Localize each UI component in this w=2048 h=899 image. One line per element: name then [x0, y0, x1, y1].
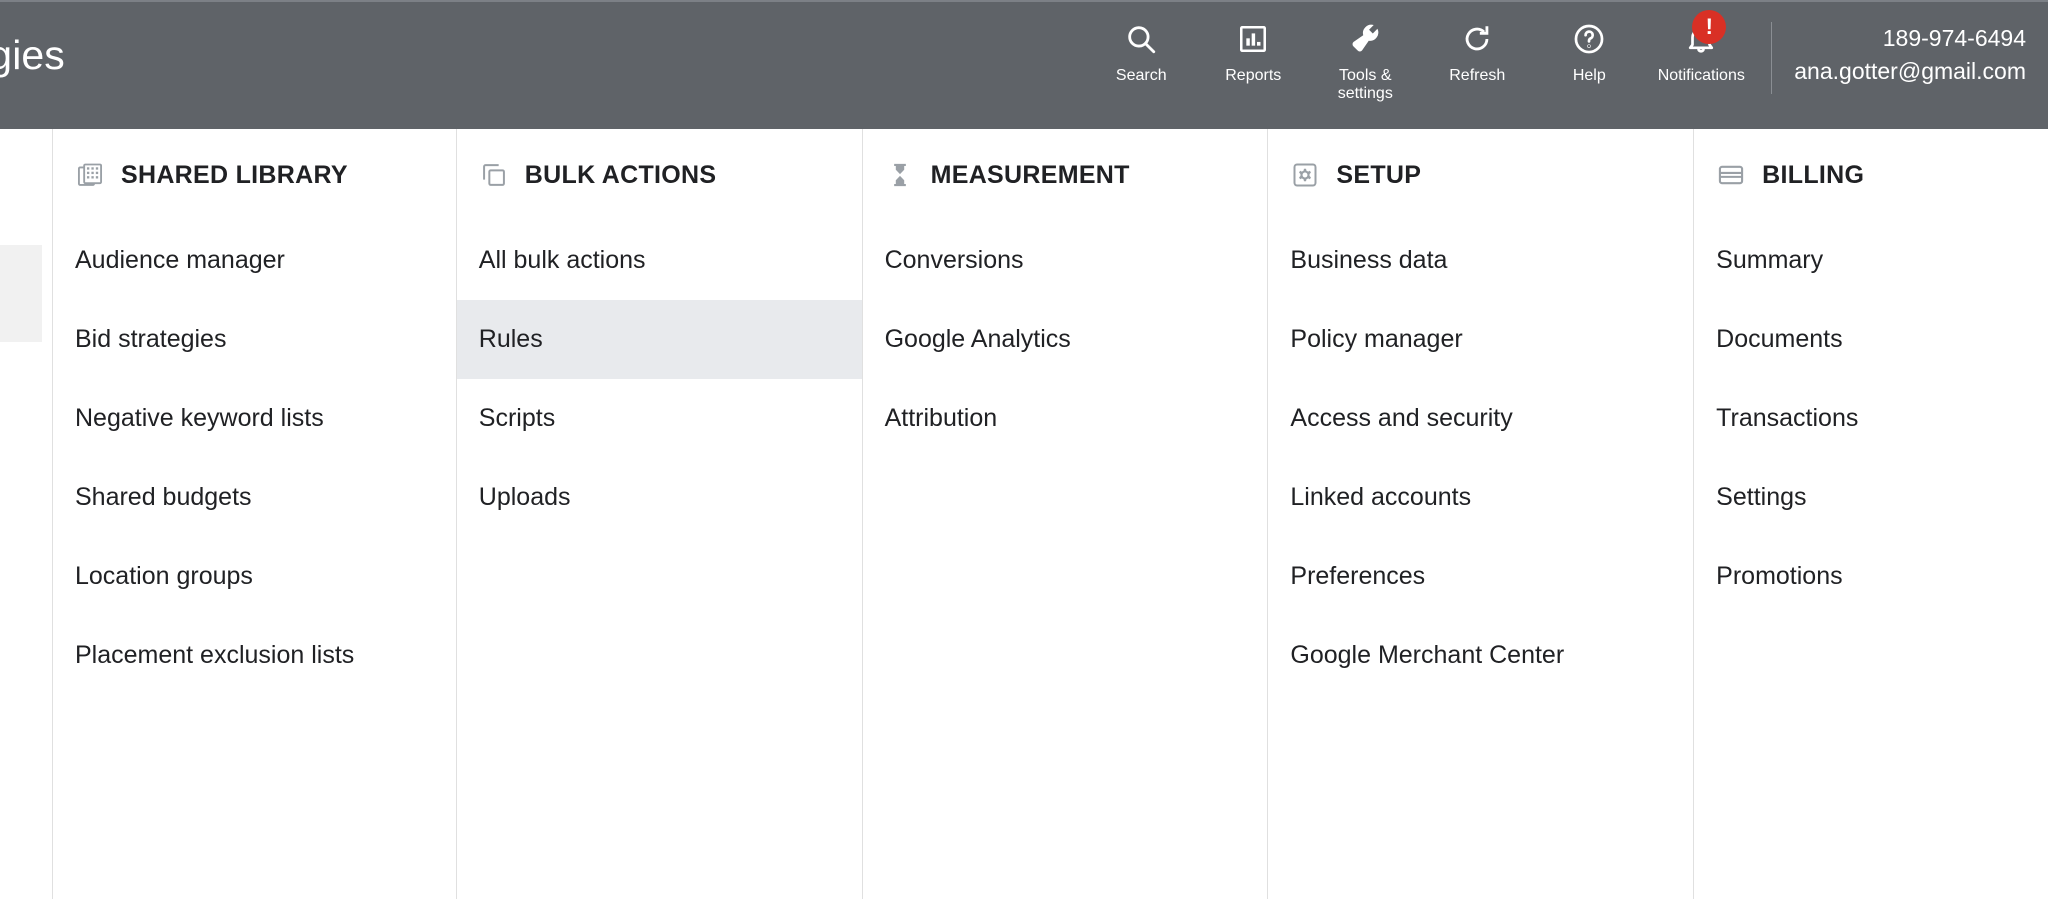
toolbar: Search Reports Tools & settings Refresh …	[1085, 2, 2048, 131]
search-button[interactable]: Search	[1085, 2, 1197, 85]
bulk-actions-copy-icon	[479, 160, 509, 190]
background-panel-sliver	[0, 245, 42, 342]
menu-column-billing: BILLING Summary Documents Transactions S…	[1694, 129, 2048, 899]
menu-item-google-analytics[interactable]: Google Analytics	[863, 300, 1268, 379]
menu-item-shared-budgets[interactable]: Shared budgets	[53, 458, 456, 537]
refresh-label: Refresh	[1449, 67, 1506, 84]
menu-item-summary[interactable]: Summary	[1694, 221, 2048, 300]
menu-item-transactions[interactable]: Transactions	[1694, 379, 2048, 458]
menu-column-bulk-actions: BULK ACTIONS All bulk actions Rules Scri…	[456, 129, 863, 899]
notifications-label: Notifications	[1657, 67, 1745, 84]
reports-bar-chart-icon	[1232, 18, 1274, 60]
notification-badge: !	[1692, 10, 1727, 44]
menu-column-measurement: MEASUREMENT Conversions Google Analytics…	[863, 129, 1269, 899]
menu-items-shared-library: Audience manager Bid strategies Negative…	[53, 221, 456, 695]
reports-label: Reports	[1225, 67, 1282, 84]
menu-item-conversions[interactable]: Conversions	[863, 221, 1268, 300]
menu-items-billing: Summary Documents Transactions Settings …	[1694, 221, 2048, 616]
toolbar-divider	[1771, 22, 1773, 94]
menu-item-access-and-security[interactable]: Access and security	[1268, 379, 1693, 458]
top-app-bar: ategies Search	[0, 0, 2048, 129]
search-icon	[1120, 18, 1162, 60]
menu-item-location-groups[interactable]: Location groups	[53, 537, 456, 616]
refresh-icon	[1456, 18, 1498, 60]
setup-gear-icon	[1290, 160, 1320, 190]
column-header-shared-library: SHARED LIBRARY	[53, 129, 456, 221]
menu-column-shared-library: SHARED LIBRARY Audience manager Bid stra…	[53, 129, 457, 899]
help-question-icon	[1568, 18, 1610, 60]
tools-settings-label: Tools & settings	[1338, 67, 1393, 103]
menu-item-google-merchant-center[interactable]: Google Merchant Center	[1268, 616, 1693, 695]
search-label: Search	[1115, 67, 1167, 84]
menu-items-measurement: Conversions Google Analytics Attribution	[863, 221, 1268, 458]
menu-item-documents[interactable]: Documents	[1694, 300, 2048, 379]
column-title: SHARED LIBRARY	[121, 160, 348, 189]
tools-settings-label-line2: settings	[1337, 85, 1393, 102]
column-header-setup: SETUP	[1268, 129, 1693, 221]
menu-item-business-data[interactable]: Business data	[1268, 221, 1693, 300]
column-header-bulk-actions: BULK ACTIONS	[457, 129, 862, 221]
menu-item-placement-exclusion-lists[interactable]: Placement exclusion lists	[53, 616, 456, 695]
menu-items-setup: Business data Policy manager Access and …	[1268, 221, 1693, 695]
tools-settings-button[interactable]: Tools & settings	[1309, 2, 1421, 103]
reports-button[interactable]: Reports	[1197, 2, 1309, 85]
menu-item-uploads[interactable]: Uploads	[457, 458, 862, 537]
menu-item-rules[interactable]: Rules	[456, 300, 862, 379]
notifications-bell-icon: !	[1680, 10, 1727, 60]
notifications-button[interactable]: ! Notifications	[1645, 2, 1757, 85]
tools-settings-menu-panel: SHARED LIBRARY Audience manager Bid stra…	[52, 129, 2048, 899]
menu-item-preferences[interactable]: Preferences	[1268, 537, 1693, 616]
menu-items-bulk-actions: All bulk actions Rules Scripts Uploads	[456, 221, 862, 537]
menu-item-all-bulk-actions[interactable]: All bulk actions	[457, 221, 862, 300]
tools-settings-label-line1: Tools &	[1339, 67, 1392, 84]
column-title: SETUP	[1336, 160, 1422, 189]
menu-item-scripts[interactable]: Scripts	[457, 379, 862, 458]
help-label: Help	[1572, 67, 1606, 84]
menu-item-promotions[interactable]: Promotions	[1694, 537, 2048, 616]
refresh-button[interactable]: Refresh	[1421, 2, 1533, 85]
billing-credit-card-icon	[1716, 160, 1746, 190]
measurement-hourglass-icon	[885, 160, 915, 190]
help-button[interactable]: Help	[1533, 2, 1645, 85]
column-header-measurement: MEASUREMENT	[863, 129, 1268, 221]
menu-item-audience-manager[interactable]: Audience manager	[53, 221, 456, 300]
column-title: BULK ACTIONS	[524, 160, 717, 189]
account-info[interactable]: 189-974-6494 ana.gotter@gmail.com	[1794, 2, 2048, 88]
menu-item-negative-keyword-lists[interactable]: Negative keyword lists	[53, 379, 456, 458]
menu-item-attribution[interactable]: Attribution	[863, 379, 1268, 458]
account-id: 189-974-6494	[1882, 25, 2026, 51]
shared-library-grid-icon	[75, 160, 105, 190]
column-header-billing: BILLING	[1694, 129, 2048, 221]
wrench-tools-icon	[1344, 18, 1386, 60]
column-title: BILLING	[1762, 160, 1865, 189]
menu-item-bid-strategies[interactable]: Bid strategies	[53, 300, 456, 379]
column-title: MEASUREMENT	[930, 160, 1130, 189]
menu-item-linked-accounts[interactable]: Linked accounts	[1268, 458, 1693, 537]
app-screen: ategies Search	[0, 0, 2048, 899]
menu-column-setup: SETUP Business data Policy manager Acces…	[1268, 129, 1695, 899]
menu-item-settings[interactable]: Settings	[1694, 458, 2048, 537]
menu-item-policy-manager[interactable]: Policy manager	[1268, 300, 1693, 379]
account-email: ana.gotter@gmail.com	[1794, 58, 2026, 84]
page-title: ategies	[0, 32, 65, 78]
